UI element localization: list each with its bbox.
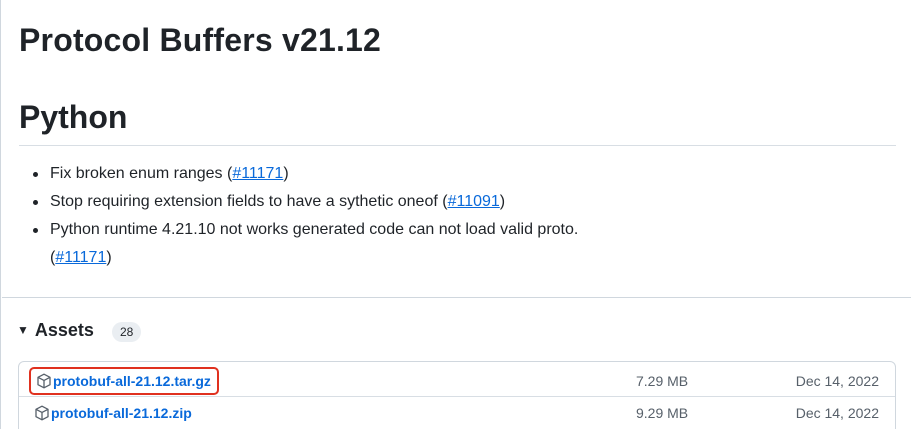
asset-download-link[interactable]: protobuf-all-21.12.zip [29,401,198,425]
list-item: Stop requiring extension fields to have … [29,188,829,216]
package-icon [35,405,49,420]
asset-download-link[interactable]: protobuf-all-21.12.tar.gz [29,367,219,395]
asset-row: protobuf-all-21.12.zip 9.29 MB Dec 14, 2… [19,396,895,428]
note-text-end: ) [499,193,506,210]
issue-link[interactable]: #11171 [55,249,106,266]
asset-name: protobuf-all-21.12.tar.gz [53,373,211,389]
assets-label: Assets [34,320,94,340]
triangle-down-icon: ▼ [17,323,29,337]
section-heading-python: Python [19,99,128,135]
asset-date: Dec 14, 2022 [795,373,879,389]
list-item: Python runtime 4.21.10 not works generat… [29,216,829,272]
issue-link[interactable]: #11091 [448,193,500,210]
assets-count-badge: 28 [111,322,142,342]
assets-divider [2,297,911,298]
package-icon [37,373,51,389]
release-card: Protocol Buffers v21.12 Python Fix broke… [0,0,911,429]
asset-size: 9.29 MB [636,404,689,421]
note-text: Stop requiring extension fields to have … [50,193,448,210]
asset-size: 7.29 MB [636,373,689,389]
heading-divider [19,145,896,146]
asset-name: protobuf-all-21.12.zip [51,404,192,421]
note-text-end: ) [283,165,289,182]
note-text-end: ) [106,249,112,266]
note-text: Python runtime 4.21.10 not works generat… [50,221,579,238]
asset-date: Dec 14, 2022 [795,404,879,421]
note-text: Fix broken enum ranges ( [50,165,233,182]
assets-toggle[interactable]: ▼ Assets 28 [17,318,142,342]
asset-row: protobuf-all-21.12.tar.gz 7.29 MB Dec 14… [19,365,895,397]
assets-list: protobuf-all-21.12.tar.gz 7.29 MB Dec 14… [18,361,896,429]
list-item: Fix broken enum ranges (#11171) [29,160,829,188]
release-notes-list: Fix broken enum ranges (#11171) Stop req… [29,160,829,272]
note-continuation: (#11171) [50,244,829,272]
release-title: Protocol Buffers v21.12 [19,22,382,58]
issue-link[interactable]: #11171 [232,165,283,182]
